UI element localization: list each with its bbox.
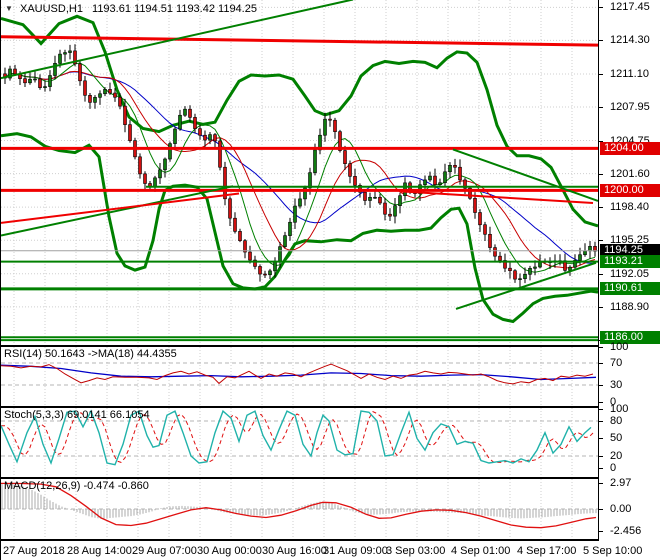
axis-tick-mark bbox=[599, 402, 603, 403]
stoch-tick-label: 0 bbox=[610, 461, 617, 474]
price-badge-1193.21: 1193.21 bbox=[600, 255, 660, 269]
price-tick-label: 1217.45 bbox=[610, 1, 650, 14]
time-tick-label: 30 Aug 16:00 bbox=[262, 545, 327, 557]
rsi-line bbox=[1, 363, 594, 385]
axis-tick-mark bbox=[599, 274, 603, 275]
stochastic-indicator-panel[interactable]: Stoch(5,3,3) 69.0141 66.1054 bbox=[1, 408, 598, 477]
rsi-label: RSI(14) 50.1643 ->MA(18) 44.4355 bbox=[4, 348, 177, 360]
symbol-dropdown-icon[interactable]: ▼ bbox=[5, 4, 13, 13]
time-tick-label: 4 Sep 01:00 bbox=[451, 545, 511, 557]
axis-tick-mark bbox=[599, 240, 603, 241]
rsi-indicator-panel[interactable]: RSI(14) 50.1643 ->MA(18) 44.4355 bbox=[1, 347, 598, 406]
rsi-tick-label: 70 bbox=[610, 357, 623, 369]
rsi-ma-line bbox=[1, 364, 597, 381]
main-price-chart-panel[interactable]: ▼ XAUUSD,H1 1193.61 1194.51 1193.42 1194… bbox=[1, 0, 598, 345]
analysis-lines[interactable] bbox=[1, 0, 598, 342]
axis-tick-mark bbox=[599, 421, 603, 422]
main-chart-canvas[interactable] bbox=[1, 0, 598, 345]
axis-tick-mark bbox=[599, 207, 603, 208]
ohlc-values: 1193.61 1194.51 1193.42 1194.25 bbox=[92, 3, 257, 15]
stoch-tick-label: 80 bbox=[610, 415, 623, 427]
time-tick-label: 27 Aug 2018 bbox=[3, 545, 65, 557]
symbol-title: XAUUSD,H1 bbox=[19, 3, 83, 15]
axis-tick-mark bbox=[599, 40, 603, 41]
main-grid bbox=[1, 0, 598, 345]
axis-tick-mark bbox=[599, 483, 603, 484]
axis-tick-mark bbox=[599, 385, 603, 386]
trading-chart-window: ▼ XAUUSD,H1 1193.61 1194.51 1193.42 1194… bbox=[0, 0, 660, 560]
axis-tick-mark bbox=[599, 509, 603, 510]
rsi-tick-label: 30 bbox=[610, 379, 623, 391]
stoch-tick-label: 20 bbox=[610, 449, 623, 462]
axis-tick-mark bbox=[599, 363, 603, 364]
axis-tick-mark bbox=[599, 438, 603, 439]
price-tick-label: 1207.95 bbox=[610, 100, 650, 113]
price-tick-label: 1198.40 bbox=[610, 201, 649, 214]
trend-line bbox=[1, 185, 234, 237]
time-tick-label: 5 Sep 10:00 bbox=[583, 545, 643, 557]
price-tick-label: 1188.90 bbox=[610, 300, 649, 313]
macd-label: MACD(12,26,9) -0.474 -0.860 bbox=[4, 480, 149, 492]
price-tick-label: 1214.30 bbox=[610, 34, 650, 47]
axis-tick-mark bbox=[599, 174, 603, 175]
price-badge-1190.61: 1190.61 bbox=[600, 282, 660, 296]
stoch-tick-label: 100 bbox=[610, 403, 629, 416]
axis-tick-mark bbox=[599, 7, 603, 8]
price-badge-1204.00: 1204.00 bbox=[600, 141, 660, 155]
time-tick-label: 30 Aug 00:00 bbox=[197, 545, 262, 557]
rsi-tick-label: 100 bbox=[610, 340, 629, 353]
macd-tick-label: -2.456 bbox=[610, 524, 642, 537]
macd-tick-label: 0.00 bbox=[610, 503, 632, 515]
axis-tick-mark bbox=[599, 74, 603, 75]
bollinger-lower-line bbox=[1, 132, 598, 324]
axis-tick-mark bbox=[599, 107, 603, 108]
time-tick-label: 3 Sep 03:00 bbox=[386, 545, 446, 557]
price-tick-label: 1192.05 bbox=[610, 267, 649, 280]
trend-line bbox=[1, 35, 598, 47]
axis-tick-mark bbox=[599, 456, 603, 457]
macd-tick-label: 2.97 bbox=[610, 476, 632, 489]
axis-tick-mark bbox=[599, 307, 603, 308]
time-tick-label: 31 Aug 09:00 bbox=[323, 545, 388, 557]
stochastic-label: Stoch(5,3,3) 69.0141 66.1054 bbox=[4, 409, 150, 421]
axis-tick-mark bbox=[599, 468, 603, 469]
time-tick-label: 28 Aug 14:00 bbox=[67, 545, 132, 557]
axis-tick-mark bbox=[599, 409, 603, 410]
price-tick-label: 1211.10 bbox=[610, 67, 649, 80]
time-tick-label: 29 Aug 07:00 bbox=[132, 545, 197, 557]
time-tick-label: 4 Sep 17:00 bbox=[517, 545, 577, 557]
axis-tick-mark bbox=[599, 347, 603, 348]
price-axis[interactable]: 1217.45 1214.30 1211.10 1207.95 1204.75 1201.… bbox=[598, 0, 660, 541]
axis-tick-mark bbox=[599, 531, 603, 532]
macd-indicator-panel[interactable]: MACD(12,26,9) -0.474 -0.860 bbox=[1, 479, 598, 539]
chart-header: ▼ XAUUSD,H1 1193.61 1194.51 1193.42 1194… bbox=[5, 3, 257, 15]
price-badge-1200.00: 1200.00 bbox=[600, 183, 660, 197]
trend-line bbox=[1, 192, 240, 224]
stoch-tick-label: 50 bbox=[610, 432, 623, 445]
price-badge-1186.00: 1186.00 bbox=[600, 330, 660, 344]
time-axis[interactable]: 27 Aug 2018 28 Aug 14:00 29 Aug 07:00 30 Au… bbox=[1, 541, 660, 560]
price-tick-label: 1201.60 bbox=[610, 167, 650, 180]
